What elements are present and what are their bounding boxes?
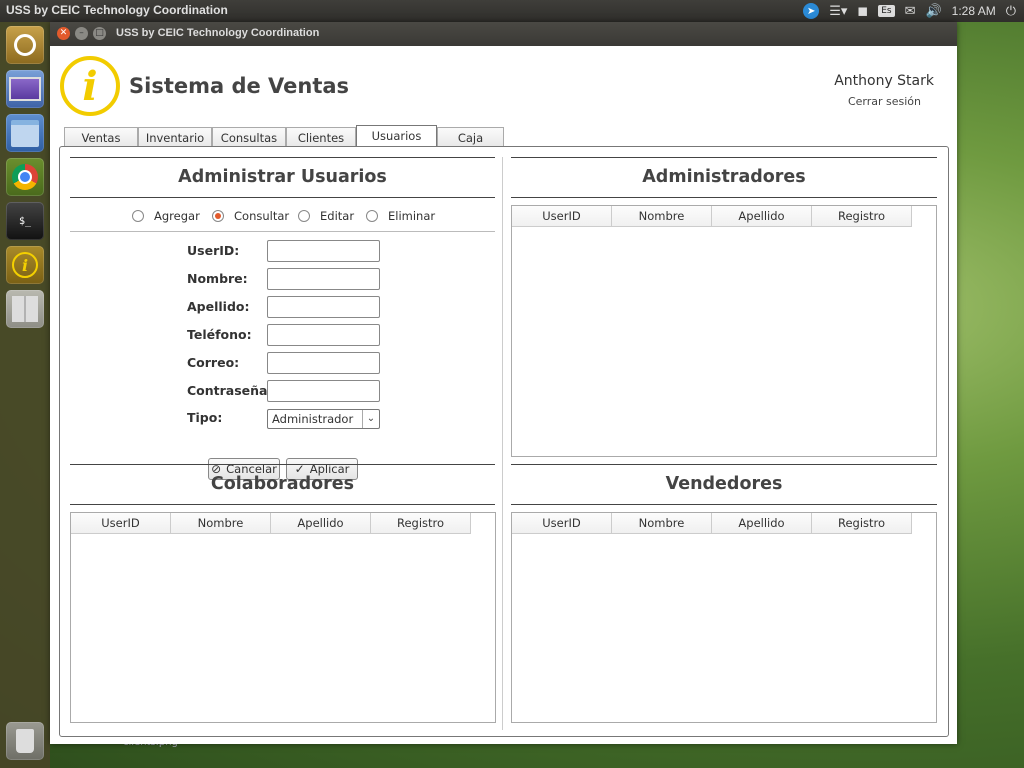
userid-input[interactable]	[267, 240, 380, 262]
apellido-input[interactable]	[267, 296, 380, 318]
tipo-select[interactable]: Administrador ⌄	[267, 409, 380, 429]
mode-radio-group: Agregar Consultar Editar Eliminar	[132, 209, 442, 225]
column-header-userid[interactable]: UserID	[512, 206, 612, 226]
column-header-apellido[interactable]: Apellido	[712, 206, 812, 226]
userid-label: UserID:	[187, 243, 240, 258]
chevron-down-icon[interactable]: ⌄	[362, 410, 379, 428]
menu-list-icon[interactable]: ☰▾	[829, 4, 847, 19]
app-logo: i	[60, 56, 120, 116]
volume-icon[interactable]: 🔊	[925, 4, 941, 19]
sistema-ventas-icon[interactable]: i	[6, 246, 44, 284]
system-tray: ➤ ☰▾ ◼ Es ✉ 🔊 1:28 AM ⏻	[803, 0, 1016, 22]
column-header-userid[interactable]: UserID	[71, 513, 171, 533]
column-header-nombre[interactable]: Nombre	[612, 206, 712, 226]
terminal-icon[interactable]: $_	[6, 202, 44, 240]
tab-inventario[interactable]: Inventario	[138, 127, 212, 147]
column-header-nombre[interactable]: Nombre	[171, 513, 271, 533]
radio-label: Consultar	[234, 209, 290, 223]
close-icon[interactable]: ✕	[57, 27, 70, 40]
radio-agregar[interactable]: Agregar	[132, 209, 200, 223]
unity-launcher: $_ i	[0, 22, 50, 768]
keyboard-layout-indicator[interactable]: Es	[878, 5, 895, 17]
clock[interactable]: 1:28 AM	[952, 4, 996, 18]
telefono-input[interactable]	[267, 324, 380, 346]
administradores-table[interactable]: UserID Nombre Apellido Registro	[511, 205, 937, 457]
window-title: USS by CEIC Technology Coordination	[116, 27, 320, 39]
logout-link[interactable]: Cerrar sesión	[848, 95, 921, 108]
radio-eliminar[interactable]: Eliminar	[366, 209, 435, 223]
table-header: UserID Nombre Apellido Registro	[512, 513, 912, 534]
app-window: ✕ – □ USS by CEIC Technology Coordinatio…	[50, 22, 957, 744]
column-header-registro[interactable]: Registro	[371, 513, 471, 533]
column-header-nombre[interactable]: Nombre	[612, 513, 712, 533]
mail-icon[interactable]: ✉	[905, 4, 916, 19]
user-name: Anthony Stark	[834, 73, 934, 89]
column-header-apellido[interactable]: Apellido	[712, 513, 812, 533]
divider	[511, 157, 937, 158]
column-header-registro[interactable]: Registro	[812, 206, 912, 226]
admin-users-title: Administrar Usuarios	[178, 167, 387, 187]
nombre-input[interactable]	[267, 268, 380, 290]
window-titlebar[interactable]: ✕ – □ USS by CEIC Technology Coordinatio…	[50, 22, 957, 46]
divider	[70, 157, 495, 158]
vendedores-title: Vendedores	[665, 474, 783, 494]
tipo-label: Tipo:	[187, 410, 223, 425]
radio-label: Editar	[320, 209, 355, 223]
divider	[70, 197, 495, 198]
radio-circle-selected[interactable]	[212, 210, 224, 222]
system-top-bar: USS by CEIC Technology Coordination ➤ ☰▾…	[0, 0, 1024, 22]
radio-circle[interactable]	[298, 210, 310, 222]
screenshot-app-icon[interactable]	[6, 70, 44, 108]
divider	[70, 231, 495, 232]
administradores-title: Administradores	[642, 167, 806, 187]
contrasena-input[interactable]	[267, 380, 380, 402]
tipo-selected-value: Administrador	[272, 412, 354, 426]
radio-selected-dot	[215, 213, 221, 219]
files-icon[interactable]	[6, 114, 44, 152]
tab-caja[interactable]: Caja	[437, 127, 504, 147]
vendedores-table[interactable]: UserID Nombre Apellido Registro	[511, 512, 937, 723]
chrome-icon[interactable]	[6, 158, 44, 196]
app-title: Sistema de Ventas	[129, 74, 350, 98]
minimize-icon[interactable]: –	[75, 27, 88, 40]
dropbox-icon[interactable]: ◼	[857, 4, 868, 19]
trash-icon[interactable]	[6, 722, 44, 760]
tab-clientes[interactable]: Clientes	[286, 127, 356, 147]
telefono-label: Teléfono:	[187, 327, 252, 342]
column-header-registro[interactable]: Registro	[812, 513, 912, 533]
correo-label: Correo:	[187, 355, 240, 370]
radio-circle[interactable]	[366, 210, 378, 222]
divider	[511, 464, 937, 465]
radio-editar[interactable]: Editar	[298, 209, 354, 223]
divider	[70, 464, 495, 465]
table-header: UserID Nombre Apellido Registro	[512, 206, 912, 227]
radio-label: Agregar	[154, 209, 200, 223]
ubuntu-dash-icon[interactable]	[6, 26, 44, 64]
tab-ventas[interactable]: Ventas	[64, 127, 138, 147]
nombre-label: Nombre:	[187, 271, 248, 286]
maximize-icon[interactable]: □	[93, 27, 106, 40]
power-icon[interactable]: ⏻	[1006, 4, 1016, 19]
colaboradores-title: Colaboradores	[210, 474, 355, 494]
radio-label: Eliminar	[388, 209, 436, 223]
divider	[511, 504, 937, 505]
table-header: UserID Nombre Apellido Registro	[71, 513, 471, 534]
workspaces-icon[interactable]	[6, 290, 44, 328]
tab-consultas[interactable]: Consultas	[212, 127, 286, 147]
column-header-userid[interactable]: UserID	[512, 513, 612, 533]
colaboradores-table[interactable]: UserID Nombre Apellido Registro	[70, 512, 496, 723]
radio-circle[interactable]	[132, 210, 144, 222]
contrasena-label: Contraseña:	[187, 383, 273, 398]
divider	[511, 197, 937, 198]
active-app-title: USS by CEIC Technology Coordination	[6, 3, 228, 17]
usuarios-panel: Administrar Usuarios Agregar Consultar E…	[59, 146, 949, 737]
correo-input[interactable]	[267, 352, 380, 374]
apellido-label: Apellido:	[187, 299, 250, 314]
divider	[70, 504, 495, 505]
column-header-apellido[interactable]: Apellido	[271, 513, 371, 533]
telegram-icon[interactable]: ➤	[803, 3, 820, 19]
column-divider	[502, 157, 503, 730]
radio-consultar[interactable]: Consultar	[212, 209, 289, 223]
